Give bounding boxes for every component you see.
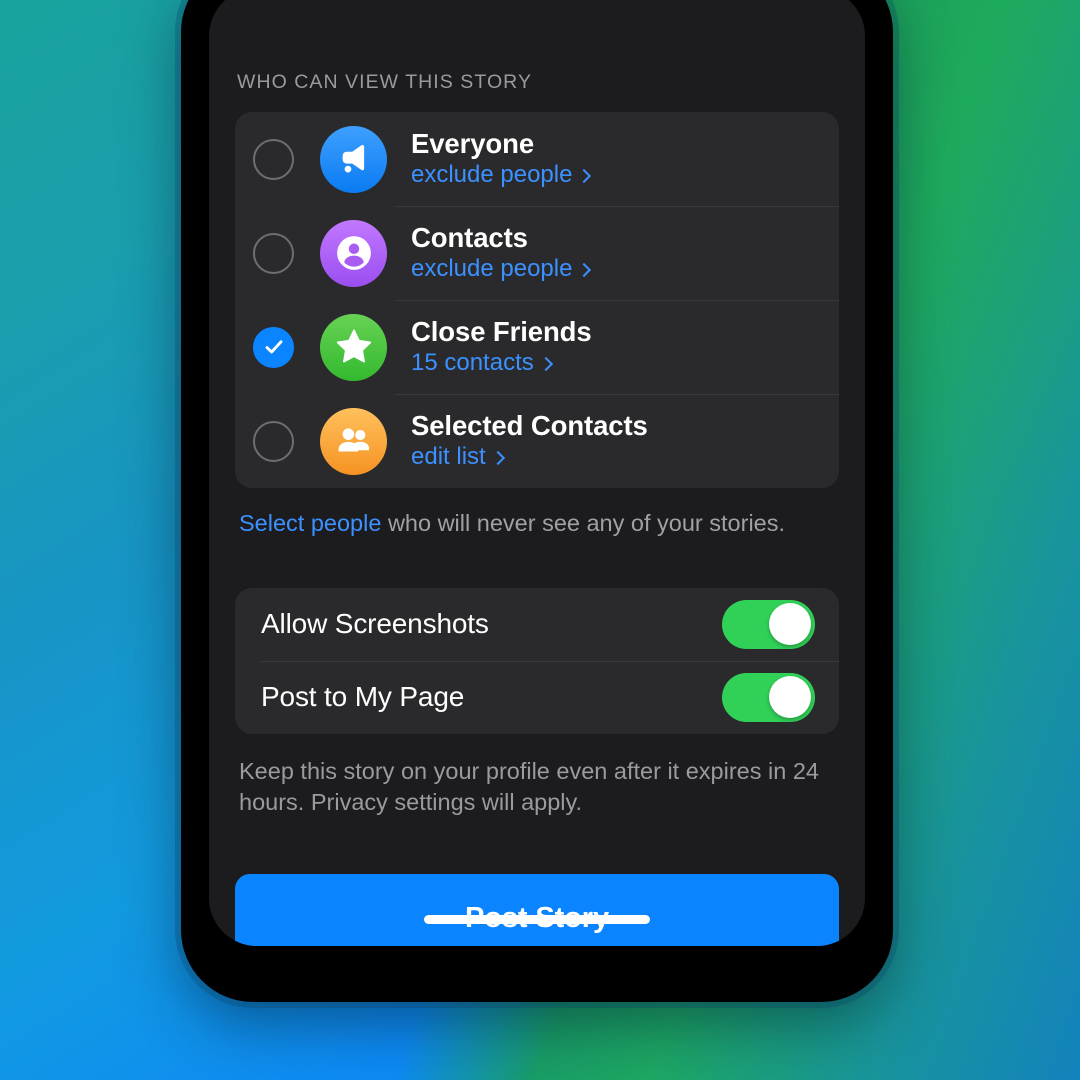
toggle-knob bbox=[769, 676, 811, 719]
setting-row-post-to-my-page[interactable]: Post to My Page bbox=[235, 660, 839, 734]
phone-screen: WHO CAN VIEW THIS STORY Everyone exclude… bbox=[209, 0, 865, 946]
audience-action-link[interactable]: exclude people bbox=[411, 161, 592, 189]
audience-option-selected-contacts[interactable]: Selected Contacts edit list bbox=[235, 394, 839, 488]
audience-title: Contacts bbox=[411, 222, 528, 254]
audience-title: Close Friends bbox=[411, 316, 592, 348]
audience-title: Everyone bbox=[411, 128, 535, 160]
megaphone-icon bbox=[320, 125, 387, 193]
audience-option-close-friends[interactable]: Close Friends 15 contacts bbox=[235, 300, 839, 394]
setting-label: Post to My Page bbox=[261, 681, 465, 713]
chevron-right-icon bbox=[538, 357, 553, 372]
radio-everyone[interactable] bbox=[253, 138, 294, 180]
story-options-card: Allow Screenshots Post to My Page bbox=[235, 587, 839, 734]
audience-action-label: exclude people bbox=[411, 161, 573, 189]
select-people-link[interactable]: Select people bbox=[239, 510, 381, 536]
never-see-footnote: Select people who will never see any of … bbox=[235, 488, 839, 540]
audience-option-contacts[interactable]: Contacts exclude people bbox=[235, 206, 839, 300]
toggle-knob bbox=[769, 603, 811, 646]
star-icon bbox=[320, 313, 387, 381]
page-title: WHO CAN VIEW THIS STORY bbox=[237, 71, 533, 93]
phone-device-frame: WHO CAN VIEW THIS STORY Everyone exclude… bbox=[181, 0, 893, 1002]
people-group-icon bbox=[320, 407, 387, 475]
audience-action-link[interactable]: 15 contacts bbox=[411, 349, 592, 377]
setting-row-allow-screenshots[interactable]: Allow Screenshots bbox=[235, 588, 839, 661]
chevron-right-icon bbox=[490, 451, 505, 466]
chevron-right-icon bbox=[577, 169, 592, 184]
audience-options-card: Everyone exclude people Contacts exclude… bbox=[235, 112, 839, 488]
audience-option-everyone[interactable]: Everyone exclude people bbox=[235, 112, 839, 206]
radio-close-friends[interactable] bbox=[253, 326, 294, 368]
audience-action-label: exclude people bbox=[411, 255, 573, 283]
audience-title: Selected Contacts bbox=[411, 410, 648, 442]
radio-selected-contacts[interactable] bbox=[253, 420, 294, 462]
post-story-button[interactable]: Post Story bbox=[235, 874, 839, 946]
setting-label: Allow Screenshots bbox=[261, 608, 489, 640]
toggle-post-to-my-page[interactable] bbox=[722, 672, 815, 722]
audience-action-link[interactable]: edit list bbox=[411, 443, 648, 471]
story-options-caption: Keep this story on your profile even aft… bbox=[239, 757, 819, 815]
check-icon bbox=[265, 340, 282, 354]
audience-action-label: edit list bbox=[411, 443, 486, 471]
home-indicator[interactable] bbox=[424, 915, 650, 924]
chevron-right-icon bbox=[577, 263, 592, 278]
audience-action-link[interactable]: exclude people bbox=[411, 255, 592, 283]
person-circle-icon bbox=[320, 219, 387, 287]
radio-contacts[interactable] bbox=[253, 232, 294, 274]
toggle-allow-screenshots[interactable] bbox=[722, 599, 815, 649]
audience-action-label: 15 contacts bbox=[411, 349, 534, 377]
wallpaper-backdrop: WHO CAN VIEW THIS STORY Everyone exclude… bbox=[0, 0, 1080, 1080]
never-see-footnote-rest: who will never see any of your stories. bbox=[381, 510, 786, 536]
